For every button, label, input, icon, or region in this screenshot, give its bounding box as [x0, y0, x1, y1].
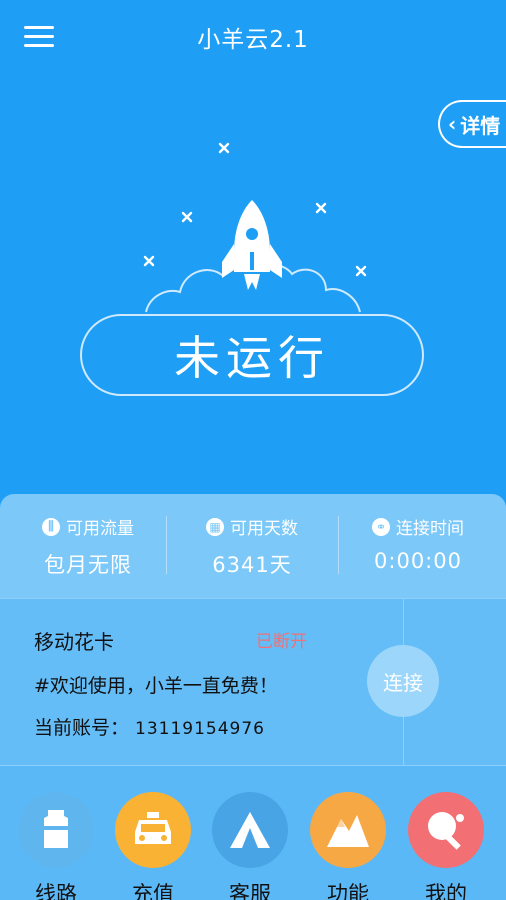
stat-label: 可用天数 — [230, 519, 298, 539]
nav-item-support[interactable]: 客服 — [210, 792, 290, 900]
shirt-icon — [18, 792, 94, 868]
ping-pong-icon — [408, 792, 484, 868]
calendar-icon: ▦ — [206, 517, 224, 536]
nav-item-lines[interactable]: 线路 — [16, 792, 96, 900]
nav-label: 线路 — [35, 882, 77, 900]
tent-icon — [212, 792, 288, 868]
taxi-icon — [115, 792, 191, 868]
welcome-notice: #欢迎使用，小羊一直免费！ — [34, 675, 278, 697]
app-title: 小羊云2.1 — [197, 27, 309, 53]
rocket-icon — [222, 200, 282, 290]
account-row: 当前账号： 13119154976 — [34, 713, 265, 740]
stats-panel: ⫼ 可用流量 包月无限 ▦ 可用天数 6341天 ⚭ 连接时间 0:00:00 — [0, 494, 506, 598]
stat-traffic: ⫼ 可用流量 包月无限 — [4, 514, 172, 579]
account-number: 13119154976 — [135, 719, 265, 739]
stat-value: 0:00:00 — [374, 549, 462, 573]
mountain-icon — [310, 792, 386, 868]
connection-state: 已断开 — [256, 632, 307, 652]
divider — [166, 516, 167, 574]
stat-connect-time: ⚭ 连接时间 0:00:00 — [334, 514, 502, 573]
nav-item-mine[interactable]: 我的 — [406, 792, 486, 900]
nav-label: 功能 — [327, 882, 369, 900]
nav-label: 客服 — [229, 882, 271, 900]
stat-days: ▦ 可用天数 6341天 — [168, 514, 336, 579]
stat-label: 可用流量 — [66, 519, 134, 539]
app-screen: 小羊云2.1 ‹ 详情 未运行 ⫼ 可用流量 包月无限 ▦ 可用天数 6341天… — [0, 0, 506, 900]
nav-item-recharge[interactable]: 充值 — [113, 792, 193, 900]
traffic-icon: ⫼ — [42, 517, 60, 536]
stat-label: 连接时间 — [396, 519, 464, 539]
link-icon: ⚭ — [372, 517, 390, 536]
bottom-nav: 线路 充值 客服 功能 我的 — [0, 765, 506, 900]
run-status-button[interactable]: 未运行 — [80, 314, 424, 396]
line-name: 移动花卡 — [34, 630, 114, 654]
stat-value: 包月无限 — [44, 553, 132, 577]
stat-value: 6341天 — [212, 553, 292, 577]
connect-button[interactable]: 连接 — [367, 645, 439, 717]
nav-item-features[interactable]: 功能 — [308, 792, 388, 900]
account-label: 当前账号： — [34, 717, 130, 739]
nav-label: 充值 — [132, 882, 174, 900]
nav-label: 我的 — [425, 882, 467, 900]
